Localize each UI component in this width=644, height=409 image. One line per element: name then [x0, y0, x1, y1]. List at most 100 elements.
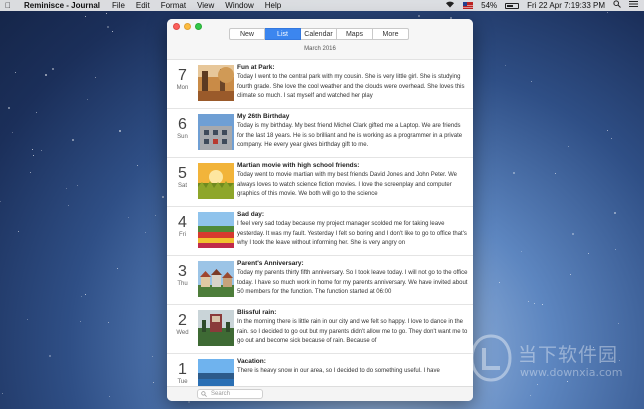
- flower-field-photo-icon: [198, 212, 234, 248]
- star: [68, 205, 69, 206]
- star: [81, 296, 82, 297]
- spotlight-search-icon[interactable]: [613, 0, 621, 11]
- star: [80, 321, 81, 322]
- view-segmented-control: New List Calendar Maps More: [229, 28, 409, 40]
- list-item[interactable]: 5 Sat Martian movie with high school fri…: [167, 158, 473, 207]
- tab-list[interactable]: List: [265, 28, 301, 40]
- menubar-clock[interactable]: Fri 22 Apr 7:19:33 PM: [527, 0, 605, 11]
- input-source-flag-icon[interactable]: [463, 2, 474, 9]
- entry-thumbnail: [198, 65, 234, 101]
- tab-maps[interactable]: Maps: [337, 28, 373, 40]
- menu-help[interactable]: Help: [265, 0, 281, 11]
- star: [555, 173, 556, 174]
- battery-icon[interactable]: [505, 2, 520, 9]
- entry-day: 2: [178, 312, 187, 329]
- star: [33, 155, 34, 156]
- star: [162, 196, 164, 198]
- star: [418, 15, 420, 17]
- menu-window[interactable]: Window: [225, 0, 253, 11]
- star: [32, 149, 33, 150]
- star: [77, 185, 78, 186]
- menu-file[interactable]: File: [112, 0, 125, 11]
- menu-format[interactable]: Format: [161, 0, 186, 11]
- entry-weekday: Wed: [176, 330, 189, 336]
- menu-view[interactable]: View: [197, 0, 214, 11]
- star: [513, 172, 515, 174]
- entry-text: I feel very sad today because my project…: [237, 221, 467, 246]
- zoom-button[interactable]: [195, 23, 202, 30]
- star: [614, 212, 616, 214]
- apple-menu-icon[interactable]: : [0, 0, 16, 11]
- entry-weekday: Thu: [177, 281, 188, 287]
- entry-day: 7: [178, 67, 187, 84]
- star: [152, 356, 153, 357]
- list-item[interactable]: 4 Fri Sad day: I feel very sad today bec…: [167, 207, 473, 256]
- list-item[interactable]: 1 Tue Vacation: There is heavy snow in o…: [167, 354, 473, 386]
- star: [128, 217, 129, 218]
- star: [41, 150, 42, 151]
- star: [618, 323, 619, 324]
- star: [531, 81, 532, 82]
- window-titlebar[interactable]: New List Calendar Maps More March 2016: [167, 19, 473, 59]
- list-item[interactable]: 6 Sun My 26th Birthday Today is my birth…: [167, 109, 473, 158]
- journal-window: New List Calendar Maps More March 2016 7…: [167, 19, 473, 401]
- entry-day: 6: [178, 116, 187, 133]
- menu-app-name[interactable]: Reminisce - Journal: [24, 0, 100, 11]
- star: [112, 31, 113, 32]
- list-item[interactable]: 7 Mon Fun at Park: Today I went to the c…: [167, 60, 473, 109]
- entry-title: Fun at Park:: [237, 64, 275, 71]
- star: [570, 274, 571, 275]
- tab-new[interactable]: New: [229, 28, 265, 40]
- menu-edit[interactable]: Edit: [136, 0, 150, 11]
- star: [521, 251, 522, 252]
- search-placeholder: Search: [211, 391, 231, 397]
- battery-percent: 54%: [481, 1, 498, 10]
- star: [85, 16, 86, 17]
- search-field[interactable]: Search: [197, 389, 263, 399]
- star: [528, 301, 529, 302]
- notification-center-icon[interactable]: [629, 0, 638, 11]
- entry-thumbnail: [198, 114, 234, 150]
- star: [72, 139, 74, 141]
- star: [49, 355, 51, 357]
- star: [137, 165, 138, 166]
- tab-more[interactable]: More: [373, 28, 409, 40]
- list-item[interactable]: 2 Wed Blissful rain: In the morning ther…: [167, 305, 473, 354]
- star: [153, 382, 154, 383]
- entry-weekday: Mon: [176, 85, 189, 91]
- minimize-button[interactable]: [184, 23, 191, 30]
- star: [12, 132, 13, 133]
- list-item[interactable]: 3 Thu Parent's Anniversary: Today my par…: [167, 256, 473, 305]
- entry-thumbnail: [198, 261, 234, 297]
- month-header: March 2016: [304, 46, 336, 52]
- menubar-status-area: 54% Fri 22 Apr 7:19:33 PM: [445, 0, 638, 11]
- star: [505, 65, 506, 66]
- entry-day: 5: [178, 165, 187, 182]
- star: [109, 396, 110, 397]
- star: [611, 138, 612, 139]
- star: [534, 303, 535, 304]
- star: [8, 107, 10, 109]
- close-button[interactable]: [173, 23, 180, 30]
- entry-title: Sad day:: [237, 211, 265, 218]
- wifi-icon[interactable]: [445, 0, 455, 11]
- lake-photo-icon: [198, 359, 234, 386]
- watermark-url: www.downxia.com: [520, 366, 623, 379]
- entry-list[interactable]: 7 Mon Fun at Park: Today I went to the c…: [167, 59, 473, 386]
- entry-text: Today I went to the central park with my…: [237, 74, 465, 99]
- entry-text: Today went to movie martian with my best…: [237, 172, 457, 197]
- park-photo-icon: [198, 65, 234, 101]
- star: [108, 322, 109, 323]
- entry-thumbnail: [198, 359, 234, 386]
- bottom-bar: Search: [167, 386, 473, 401]
- star: [95, 77, 96, 78]
- entry-title: My 26th Birthday: [237, 113, 290, 120]
- building-photo-icon: [198, 114, 234, 150]
- star: [85, 294, 86, 295]
- watermark-logo-icon: [470, 334, 512, 382]
- star: [36, 112, 37, 113]
- star: [572, 233, 574, 235]
- star: [52, 68, 54, 70]
- rain-photo-icon: [198, 310, 234, 346]
- tab-calendar[interactable]: Calendar: [301, 28, 337, 40]
